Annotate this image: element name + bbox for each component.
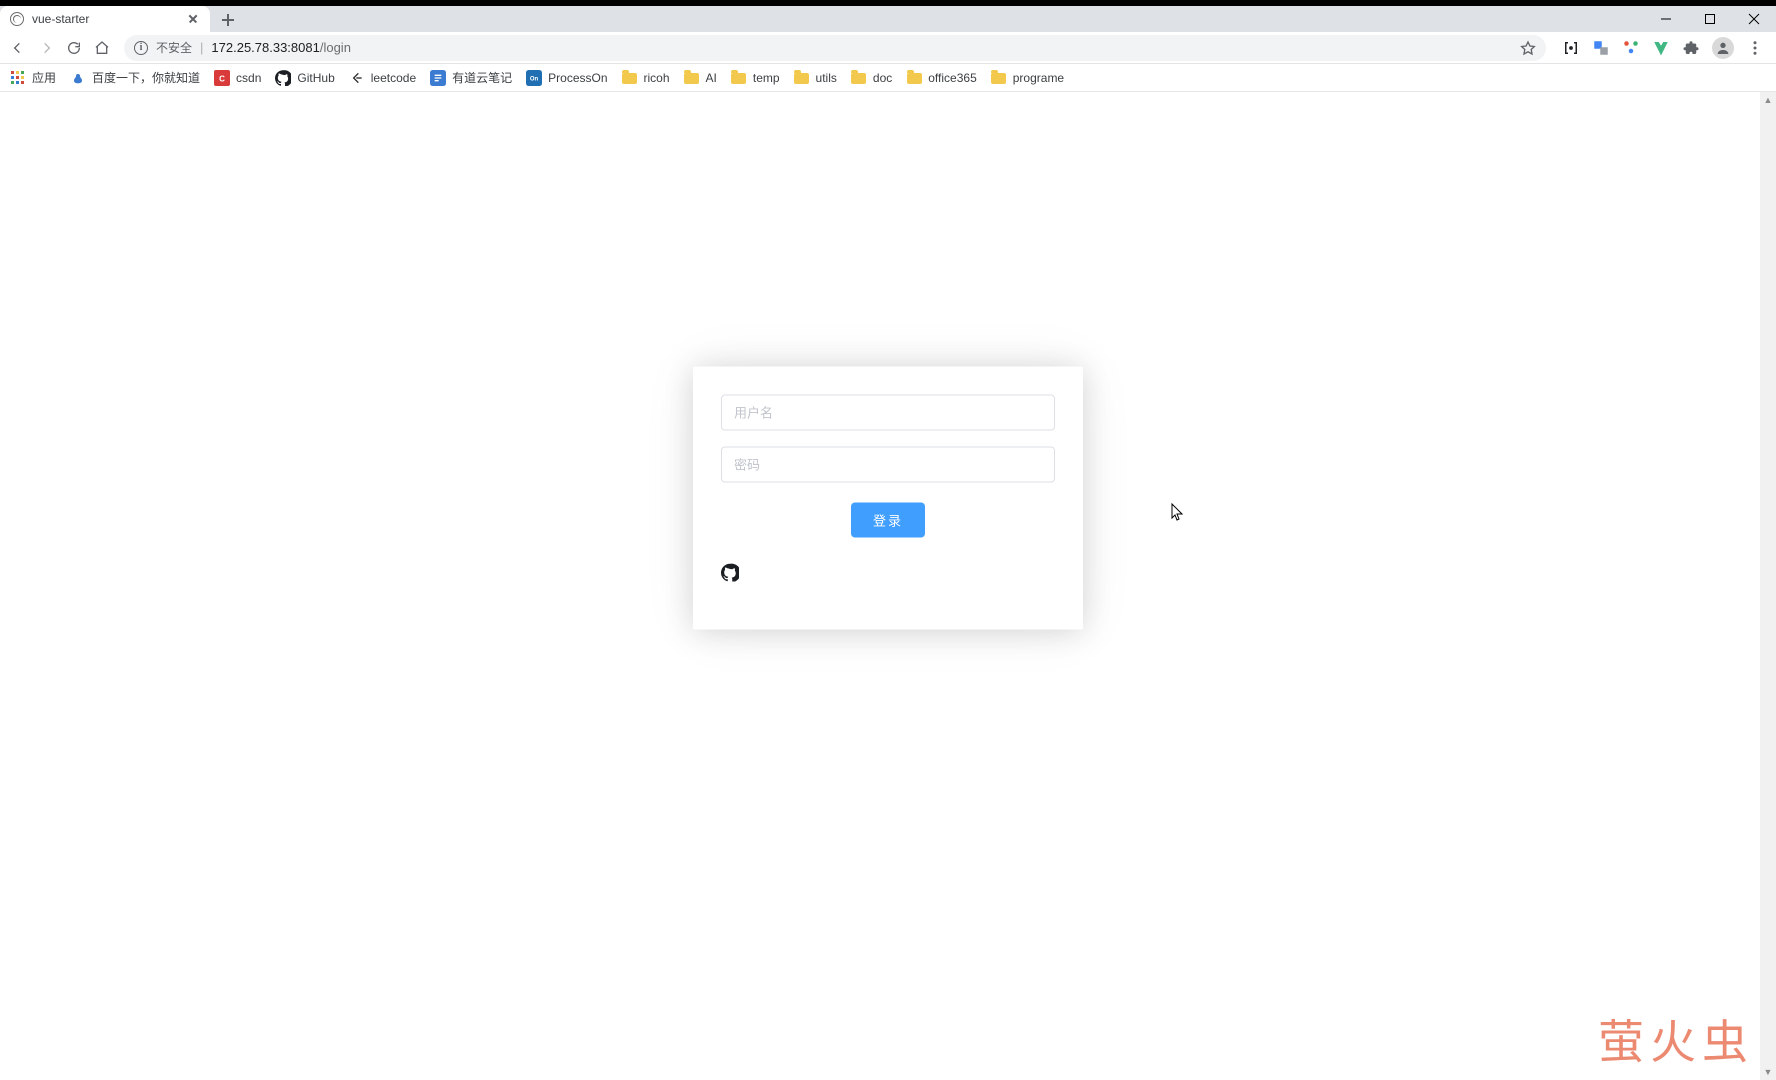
svg-text:On: On bbox=[530, 76, 539, 82]
ext-octotree-icon[interactable] bbox=[1622, 39, 1640, 57]
login-button[interactable]: 登录 bbox=[851, 503, 925, 538]
address-url: 172.25.78.33:8081/login bbox=[211, 40, 351, 55]
profile-avatar-button[interactable] bbox=[1712, 37, 1734, 59]
bookmark-github[interactable]: GitHub bbox=[275, 70, 334, 86]
folder-icon bbox=[731, 70, 747, 86]
folder-icon bbox=[622, 70, 638, 86]
password-input[interactable] bbox=[721, 447, 1055, 483]
browser-toolbar: i 不安全 | 172.25.78.33:8081/login bbox=[0, 32, 1776, 64]
bookmark-ricoh[interactable]: ricoh bbox=[622, 70, 670, 86]
bookmark-label: doc bbox=[873, 71, 892, 85]
folder-icon bbox=[906, 70, 922, 86]
extension-icons bbox=[1556, 37, 1770, 59]
bookmark-baidu[interactable]: 百度一下，你就知道 bbox=[70, 69, 200, 86]
youdao-icon bbox=[430, 70, 446, 86]
browser-tab-active[interactable]: vue-starter bbox=[0, 6, 210, 32]
bookmark-label: ricoh bbox=[644, 71, 670, 85]
bookmark-youdao[interactable]: 有道云笔记 bbox=[430, 69, 512, 86]
ext-bracket-icon[interactable] bbox=[1562, 39, 1580, 57]
bookmark-label: csdn bbox=[236, 71, 261, 85]
tab-title: vue-starter bbox=[32, 12, 178, 26]
processon-icon: On bbox=[526, 70, 542, 86]
browser-tabstrip: vue-starter bbox=[0, 6, 1776, 32]
bookmark-label: leetcode bbox=[371, 71, 416, 85]
plus-icon bbox=[222, 14, 234, 26]
nav-home-button[interactable] bbox=[90, 36, 114, 60]
window-maximize-button[interactable] bbox=[1688, 6, 1732, 32]
bookmark-label: 百度一下，你就知道 bbox=[92, 69, 200, 86]
bookmark-label: temp bbox=[753, 71, 780, 85]
nav-reload-button[interactable] bbox=[62, 36, 86, 60]
bookmark-utils[interactable]: utils bbox=[794, 70, 837, 86]
bookmark-temp[interactable]: temp bbox=[731, 70, 780, 86]
bookmarks-bar: 应用 百度一下，你就知道 C csdn GitHub leetcode 有道云笔… bbox=[0, 64, 1776, 92]
page-content: 登录 ▲ ▼ 萤火虫 bbox=[0, 92, 1776, 1080]
bookmark-label: programe bbox=[1013, 71, 1064, 85]
ext-translate-icon[interactable] bbox=[1592, 39, 1610, 57]
bookmark-apps[interactable]: 应用 bbox=[10, 69, 56, 86]
baidu-icon bbox=[70, 70, 86, 86]
bookmark-star-icon[interactable] bbox=[1520, 40, 1536, 56]
ext-vue-icon[interactable] bbox=[1652, 39, 1670, 57]
extensions-puzzle-icon[interactable] bbox=[1682, 39, 1700, 57]
scroll-up-button[interactable]: ▲ bbox=[1760, 92, 1776, 108]
folder-icon bbox=[684, 70, 700, 86]
bookmark-csdn[interactable]: C csdn bbox=[214, 70, 261, 86]
login-card: 登录 bbox=[693, 367, 1083, 630]
svg-text:C: C bbox=[219, 74, 225, 83]
window-close-button[interactable] bbox=[1732, 6, 1776, 32]
folder-icon bbox=[794, 70, 810, 86]
bookmark-office365[interactable]: office365 bbox=[906, 70, 977, 86]
cursor-icon bbox=[1171, 503, 1183, 521]
tab-favicon bbox=[10, 12, 24, 26]
bookmark-label: utils bbox=[816, 71, 837, 85]
username-input[interactable] bbox=[721, 395, 1055, 431]
folder-icon bbox=[851, 70, 867, 86]
bookmark-label: ProcessOn bbox=[548, 71, 607, 85]
bookmark-ai[interactable]: AI bbox=[684, 70, 717, 86]
chrome-menu-button[interactable] bbox=[1746, 39, 1764, 57]
bookmark-doc[interactable]: doc bbox=[851, 70, 892, 86]
nav-back-button[interactable] bbox=[6, 36, 30, 60]
bookmark-processon[interactable]: On ProcessOn bbox=[526, 70, 607, 86]
bookmark-label: 有道云笔记 bbox=[452, 69, 512, 86]
close-icon[interactable] bbox=[186, 12, 200, 26]
bookmark-label: 应用 bbox=[32, 69, 56, 86]
new-tab-button[interactable] bbox=[216, 8, 240, 32]
github-login-link[interactable] bbox=[721, 564, 739, 582]
address-bar[interactable]: i 不安全 | 172.25.78.33:8081/login bbox=[124, 35, 1546, 61]
bookmark-leetcode[interactable]: leetcode bbox=[349, 70, 416, 86]
watermark-text: 萤火虫 bbox=[1598, 1006, 1754, 1072]
folder-icon bbox=[991, 70, 1007, 86]
window-minimize-button[interactable] bbox=[1644, 6, 1688, 32]
github-icon bbox=[275, 70, 291, 86]
site-info-icon[interactable]: i bbox=[134, 41, 148, 55]
leetcode-icon bbox=[349, 70, 365, 86]
bookmark-label: GitHub bbox=[297, 71, 334, 85]
window-controls bbox=[1644, 6, 1776, 32]
separator: | bbox=[200, 40, 203, 55]
bookmark-programe[interactable]: programe bbox=[991, 70, 1064, 86]
csdn-icon: C bbox=[214, 70, 230, 86]
site-security-label: 不安全 bbox=[156, 39, 192, 56]
nav-forward-button[interactable] bbox=[34, 36, 58, 60]
bookmark-label: office365 bbox=[928, 71, 977, 85]
scroll-down-button[interactable]: ▼ bbox=[1760, 1064, 1776, 1080]
vertical-scrollbar[interactable]: ▲ ▼ bbox=[1760, 92, 1776, 1080]
apps-grid-icon bbox=[10, 70, 26, 86]
bookmark-label: AI bbox=[706, 71, 717, 85]
